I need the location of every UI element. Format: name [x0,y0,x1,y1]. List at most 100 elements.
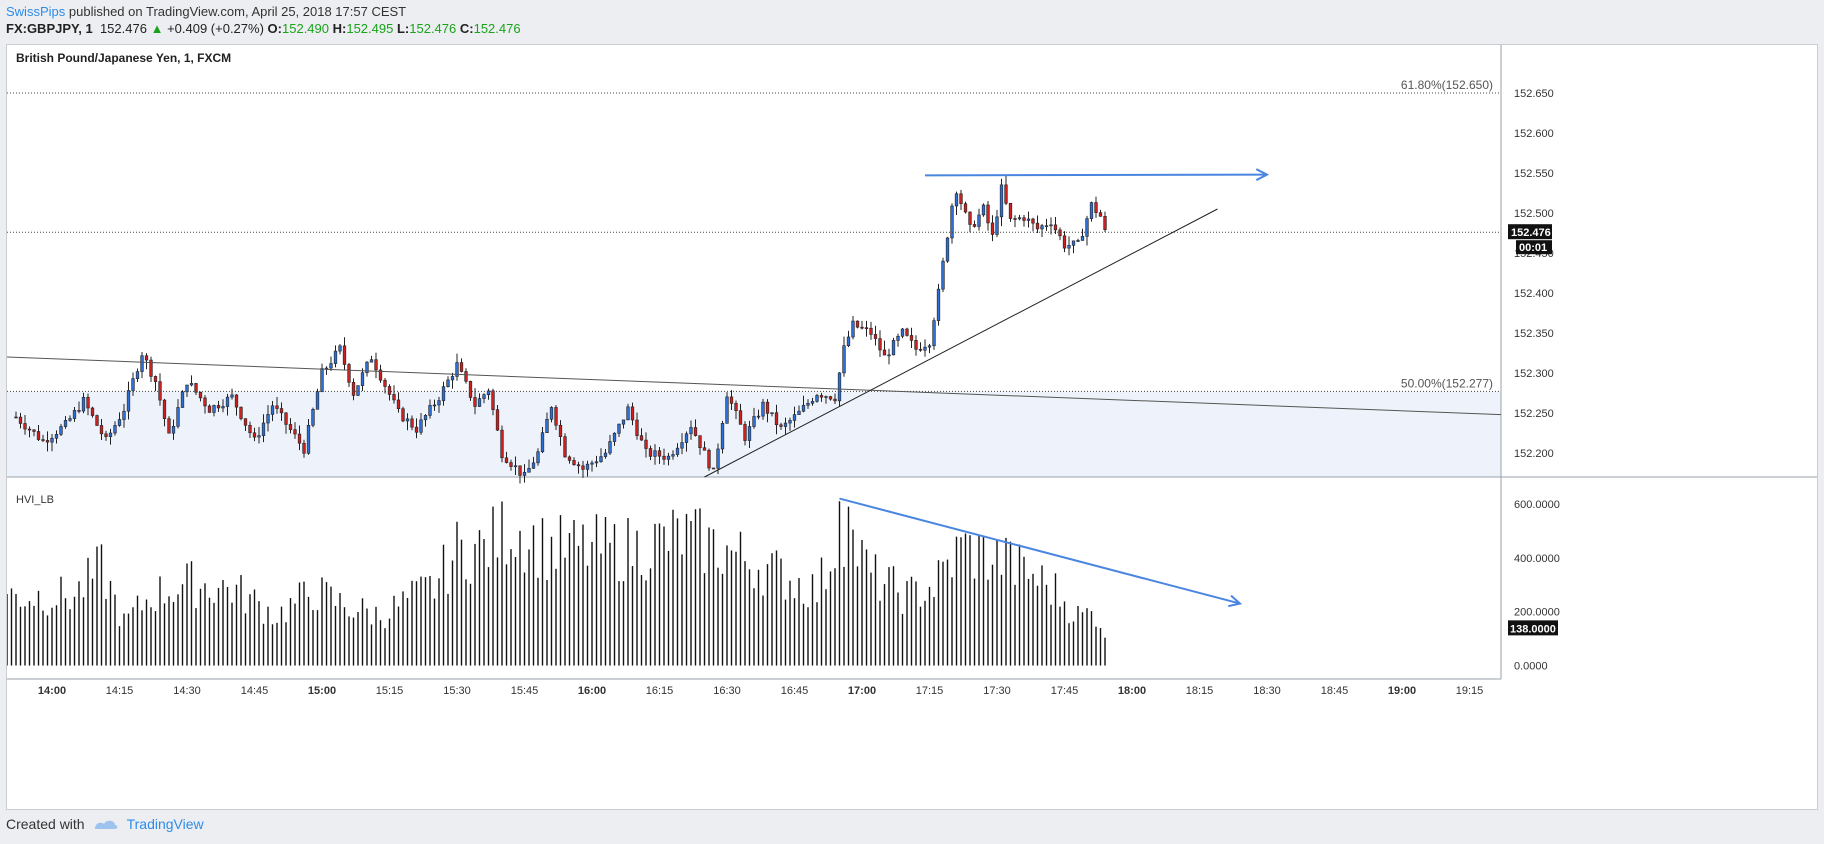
time-tick-label: 14:00 [38,685,66,697]
open-label: O: [267,21,282,36]
publisher-link[interactable]: SwissPips [6,4,65,19]
footer: Created with TradingView [6,816,204,832]
candle-down [414,426,419,433]
tradingview-link[interactable]: TradingView [127,816,204,832]
candle-down [990,222,995,235]
candle-down [239,406,243,419]
candle-down [32,429,36,432]
volume-badge-text: 138.0000 [1510,623,1556,635]
candle-up [1071,240,1076,246]
candle-up [842,345,846,374]
candle-up [887,354,891,357]
candle-down [293,429,297,435]
candle-up [189,383,194,386]
candle-up [806,402,810,406]
candle-down [860,326,864,329]
candle-down [495,409,500,431]
candle-down [734,403,738,411]
candle-down [1035,222,1040,230]
candle-down [86,397,90,409]
candle-up [50,437,54,443]
candle-down [374,359,378,371]
chart-container[interactable]: 152.650152.600152.550152.500152.450152.4… [6,44,1818,810]
candle-up [72,410,77,419]
candle-up [270,405,275,415]
candle-up [815,395,819,402]
candle-up [477,398,482,407]
candle-down [914,340,918,350]
candle-up [824,396,828,398]
candle-down [968,211,972,225]
candle-down [1013,218,1017,220]
candle-up [626,406,630,421]
candle-down [972,224,977,227]
candle-down [918,348,923,351]
candle-down [1031,218,1035,224]
candle-up [810,401,815,404]
time-tick-label: 18:45 [1321,685,1349,697]
candle-up [1044,225,1049,227]
candle-up [612,432,617,442]
change-value: +0.409 (+0.27%) [167,21,264,36]
candle-up [320,368,324,393]
candle-down [576,464,581,467]
candle-down [662,455,666,460]
price-tick-label: 152.300 [1514,368,1554,380]
candle-down [698,435,702,449]
candle-up [761,401,765,417]
price-tick-label: 152.200 [1514,448,1554,460]
candle-up [608,441,612,454]
candle-down [207,405,212,413]
candle-up [266,414,270,424]
chart-title: British Pound/Japanese Yen, 1, FXCM [16,51,231,65]
candle-down [252,432,257,438]
candle-up [837,372,842,402]
candle-up [513,465,518,468]
candle-up [621,419,626,425]
time-tick-label: 17:45 [1051,685,1079,697]
time-tick-label: 15:15 [376,685,404,697]
candle-up [900,328,905,337]
candle-down [275,405,279,409]
candle-down [518,465,522,476]
candle-down [468,380,473,398]
candle-up [261,422,266,436]
time-tick-label: 16:15 [646,685,674,697]
candle-down [986,204,990,224]
candle-up [846,336,851,347]
candle-up [599,456,603,463]
time-tick-label: 16:30 [713,685,741,697]
candle-up [338,345,342,352]
candle-down [41,439,45,441]
candle-down [342,345,347,365]
candle-down [729,396,734,404]
time-tick-label: 15:45 [511,685,539,697]
candle-down [464,371,468,382]
chart-svg[interactable]: 152.650152.600152.550152.500152.450152.4… [7,45,1817,809]
candle-up [360,372,365,386]
candle-up [126,390,131,412]
publish-info: SwissPips published on TradingView.com, … [6,4,406,19]
candle-up [212,405,216,413]
time-tick-label: 17:30 [983,685,1011,697]
candle-down [347,364,351,383]
price-tick-label: 152.550 [1514,168,1554,180]
volume-tick-label: 200.0000 [1514,607,1560,619]
time-tick-label: 15:30 [443,685,471,697]
candle-down [743,424,747,441]
candle-up [747,426,752,441]
candle-down [657,450,662,457]
candle-down [1062,235,1067,249]
candle-up [585,463,590,470]
candle-up [1085,218,1089,237]
candle-up [783,422,788,427]
time-tick-label: 19:15 [1456,685,1484,697]
candle-down [702,447,707,451]
candle-up [666,455,671,460]
candle-down [410,418,414,428]
price-tick-label: 152.250 [1514,408,1554,420]
candle-down [104,433,108,437]
candle-up [945,237,950,262]
time-tick-label: 14:45 [241,685,269,697]
candle-up [716,448,720,469]
